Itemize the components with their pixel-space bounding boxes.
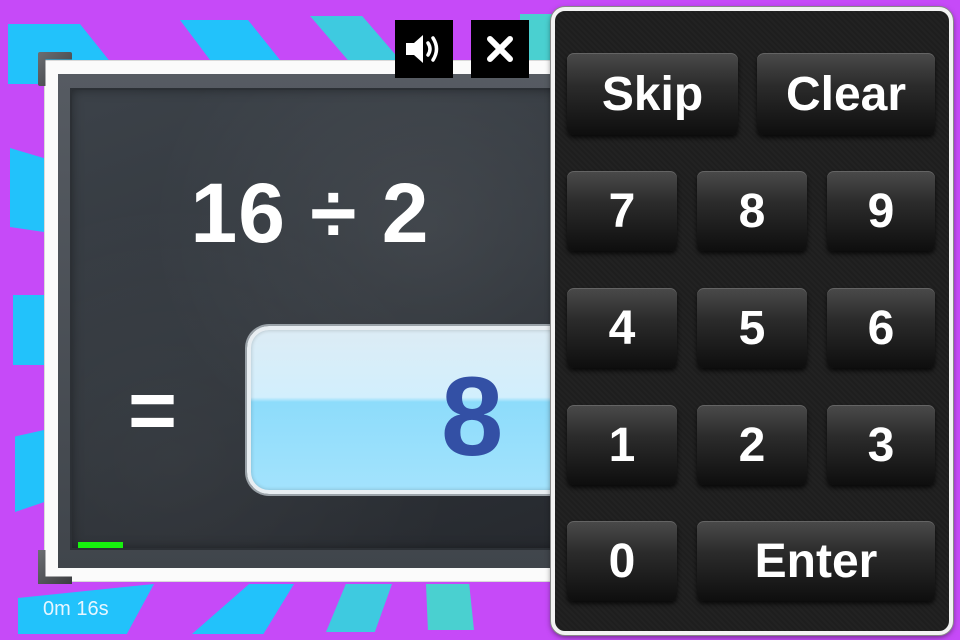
close-icon bbox=[487, 36, 513, 62]
key-3[interactable]: 3 bbox=[827, 405, 935, 485]
time-progress-bar bbox=[78, 542, 578, 548]
background-stripe bbox=[426, 584, 474, 630]
time-progress-fill bbox=[78, 542, 123, 548]
close-button[interactable] bbox=[471, 20, 529, 78]
enter-button[interactable]: Enter bbox=[697, 521, 935, 601]
background-stripe bbox=[326, 584, 392, 632]
key-2[interactable]: 2 bbox=[697, 405, 807, 485]
key-4[interactable]: 4 bbox=[567, 288, 677, 368]
elapsed-timer: 0m 16s bbox=[43, 598, 109, 620]
key-0[interactable]: 0 bbox=[567, 521, 677, 601]
speaker-icon bbox=[406, 35, 439, 63]
key-6[interactable]: 6 bbox=[827, 288, 935, 368]
clear-button[interactable]: Clear bbox=[757, 53, 935, 135]
answer-value: 8 bbox=[441, 354, 504, 479]
background-stripe bbox=[310, 16, 400, 60]
answer-field[interactable]: 8 bbox=[247, 326, 567, 494]
key-1[interactable]: 1 bbox=[567, 405, 677, 485]
background-stripe bbox=[10, 148, 44, 232]
background-stripe bbox=[13, 295, 44, 365]
background-stripe bbox=[15, 430, 44, 512]
key-7[interactable]: 7 bbox=[567, 171, 677, 251]
key-5[interactable]: 5 bbox=[697, 288, 807, 368]
skip-button[interactable]: Skip bbox=[567, 53, 738, 135]
key-9[interactable]: 9 bbox=[827, 171, 935, 251]
key-8[interactable]: 8 bbox=[697, 171, 807, 251]
background-stripe bbox=[192, 584, 294, 634]
background-stripe bbox=[180, 20, 280, 60]
keypad-panel: Skip Clear 7 8 9 4 5 6 1 2 3 0 Enter bbox=[551, 7, 953, 635]
sound-toggle-button[interactable] bbox=[395, 20, 453, 78]
math-question: 16 ÷ 2 bbox=[190, 166, 430, 260]
equals-sign: = bbox=[128, 363, 178, 457]
